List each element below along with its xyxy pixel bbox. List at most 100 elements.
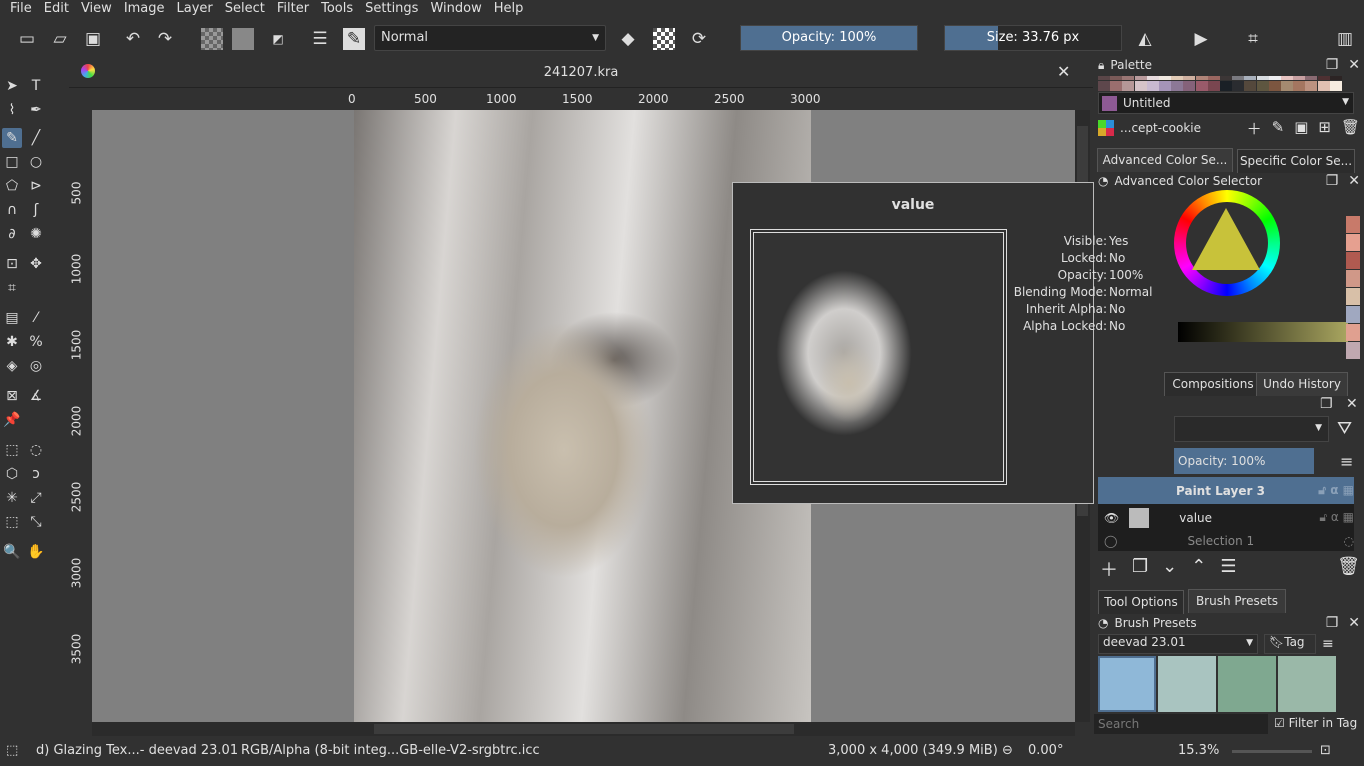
menu-file[interactable]: File: [4, 0, 38, 20]
brush-preset-item[interactable]: [1098, 656, 1156, 712]
save-icon[interactable]: ▣: [82, 28, 104, 50]
enclose-fill-icon[interactable]: ◎: [26, 356, 46, 376]
visibility-off-icon[interactable]: ◯: [1104, 534, 1117, 548]
save-icon[interactable]: ▣: [1294, 118, 1308, 139]
brush-preset-item[interactable]: [1158, 656, 1216, 712]
pattern-icon[interactable]: [232, 28, 254, 50]
tag-set-select[interactable]: deevad 23.01 ▼: [1098, 634, 1258, 654]
grid-icon[interactable]: ⊞: [1318, 118, 1331, 139]
view-menu-icon[interactable]: ≡: [1322, 636, 1334, 652]
color-sliders[interactable]: [1178, 322, 1348, 342]
recent-colors[interactable]: [1346, 216, 1360, 364]
palette-swatch[interactable]: [1317, 76, 1330, 80]
pan-tool-icon[interactable]: ✋: [26, 542, 46, 562]
palette-name[interactable]: ...cept-cookie: [1120, 121, 1201, 135]
menu-help[interactable]: Help: [488, 0, 530, 20]
menu-select[interactable]: Select: [219, 0, 271, 20]
polygon-select-icon[interactable]: ⬡: [2, 464, 22, 484]
palette-swatch[interactable]: [1256, 76, 1269, 80]
color-wheel[interactable]: [1174, 190, 1280, 296]
zoom-tool-icon[interactable]: 🔍: [2, 542, 22, 562]
palette-swatches[interactable]: [1098, 76, 1342, 91]
freehand-path-icon[interactable]: ʃ: [26, 200, 46, 220]
palette-swatch[interactable]: [1122, 76, 1135, 80]
tag-button[interactable]: 🔖︎Tag: [1264, 634, 1316, 654]
float-icon[interactable]: ❐: [1326, 173, 1339, 189]
brush-preset-item[interactable]: [1218, 656, 1276, 712]
contiguous-select-icon[interactable]: ✳: [2, 488, 22, 508]
document-tab[interactable]: 241207.kra ✕: [69, 58, 1093, 88]
recent-color-swatch[interactable]: [1346, 270, 1360, 287]
gradient-icon[interactable]: [201, 28, 223, 50]
palette-swatch[interactable]: [1134, 81, 1147, 91]
blend-mode-select[interactable]: Normal ▼: [374, 25, 606, 51]
layer-row-paint-layer-3[interactable]: Paint Layer 3 🔓︎ α ▦: [1098, 477, 1354, 504]
palette-swatch[interactable]: [1268, 76, 1281, 80]
palette-swatch[interactable]: [1317, 81, 1330, 91]
palette-swatch[interactable]: [1232, 76, 1245, 80]
float-icon[interactable]: ❐: [1320, 396, 1333, 412]
palette-swatch[interactable]: [1281, 76, 1293, 80]
assistant-tool-icon[interactable]: %: [26, 332, 46, 352]
new-document-icon[interactable]: ▭: [16, 28, 38, 50]
dynamic-brush-icon[interactable]: ∂: [2, 224, 22, 244]
close-icon[interactable]: ✕: [1348, 57, 1360, 73]
palette-swatch[interactable]: [1220, 76, 1232, 80]
menu-layer[interactable]: Layer: [171, 0, 219, 20]
filter-in-tag-checkbox[interactable]: ☑ Filter in Tag: [1274, 716, 1357, 730]
palette-swatch[interactable]: [1183, 81, 1196, 91]
float-icon[interactable]: ❐: [1326, 615, 1339, 631]
close-document-icon[interactable]: ✕: [1057, 62, 1070, 81]
select-shapes-icon[interactable]: ➤: [2, 76, 22, 96]
delete-layer-icon[interactable]: 🗑︎: [1337, 556, 1360, 582]
zoom-slider[interactable]: [1232, 750, 1312, 753]
tab-undo-history[interactable]: Undo History: [1256, 372, 1348, 396]
selection-mode-icon[interactable]: ⬚: [6, 743, 18, 758]
ellipse-tool-icon[interactable]: ○: [26, 152, 46, 172]
recent-color-swatch[interactable]: [1346, 216, 1360, 233]
preserve-alpha-icon[interactable]: [653, 28, 675, 50]
recent-color-swatch[interactable]: [1346, 234, 1360, 251]
recent-color-swatch[interactable]: [1346, 288, 1360, 305]
palette-swatch[interactable]: [1146, 81, 1159, 91]
palette-swatch[interactable]: [1244, 76, 1257, 80]
palette-swatch[interactable]: [1244, 81, 1257, 91]
recent-color-swatch[interactable]: [1346, 324, 1360, 341]
eraser-icon[interactable]: ◆: [617, 28, 639, 50]
palette-swatch[interactable]: [1098, 81, 1110, 91]
menu-window[interactable]: Window: [424, 0, 487, 20]
filter-icon[interactable]: ⛛: [1337, 418, 1352, 439]
bezier-tool-icon[interactable]: ∩: [2, 200, 22, 220]
crop-tool-icon[interactable]: ⌗: [2, 278, 22, 298]
multibrush-icon[interactable]: ✺: [26, 224, 46, 244]
delete-icon[interactable]: 🗑︎: [1341, 118, 1360, 139]
opacity-slider[interactable]: Opacity: 100%: [740, 25, 918, 51]
smart-patch-icon[interactable]: ✱: [2, 332, 22, 352]
move-up-icon[interactable]: ⌃: [1191, 556, 1206, 582]
recent-color-swatch[interactable]: [1346, 342, 1360, 359]
palette-swatch[interactable]: [1110, 81, 1123, 91]
undo-icon[interactable]: ↶: [122, 28, 144, 50]
mirror-vertical-icon[interactable]: ▶: [1190, 28, 1212, 50]
similar-select-icon[interactable]: ⤢: [26, 488, 46, 508]
wrap-around-icon[interactable]: ⌗: [1242, 28, 1264, 50]
palette-swatch[interactable]: [1329, 81, 1342, 91]
layer-row-selection-1[interactable]: ◯ Selection 1 ◌: [1098, 531, 1354, 551]
calligraphy-icon[interactable]: ✒: [26, 100, 46, 120]
text-tool-icon[interactable]: T: [26, 76, 46, 96]
palette-swatch[interactable]: [1171, 76, 1184, 80]
close-icon[interactable]: ✕: [1348, 173, 1360, 189]
close-icon[interactable]: ✕: [1346, 396, 1358, 412]
measure-tool-icon[interactable]: ∡: [26, 386, 46, 406]
palette-swatch[interactable]: [1293, 76, 1306, 80]
palette-swatch[interactable]: [1293, 81, 1306, 91]
visibility-eye-icon[interactable]: 👁︎: [1104, 511, 1119, 525]
horizontal-scrollbar[interactable]: [92, 722, 1075, 736]
rect-select-icon[interactable]: ⬚: [2, 440, 22, 460]
menu-view[interactable]: View: [75, 0, 118, 20]
palette-swatch[interactable]: [1232, 81, 1245, 91]
menu-tools[interactable]: Tools: [315, 0, 359, 20]
fit-page-icon[interactable]: ⊡: [1320, 743, 1331, 758]
layer-opacity-slider[interactable]: Opacity: 100%: [1174, 448, 1314, 474]
layer-blend-select[interactable]: ▼: [1174, 416, 1329, 442]
